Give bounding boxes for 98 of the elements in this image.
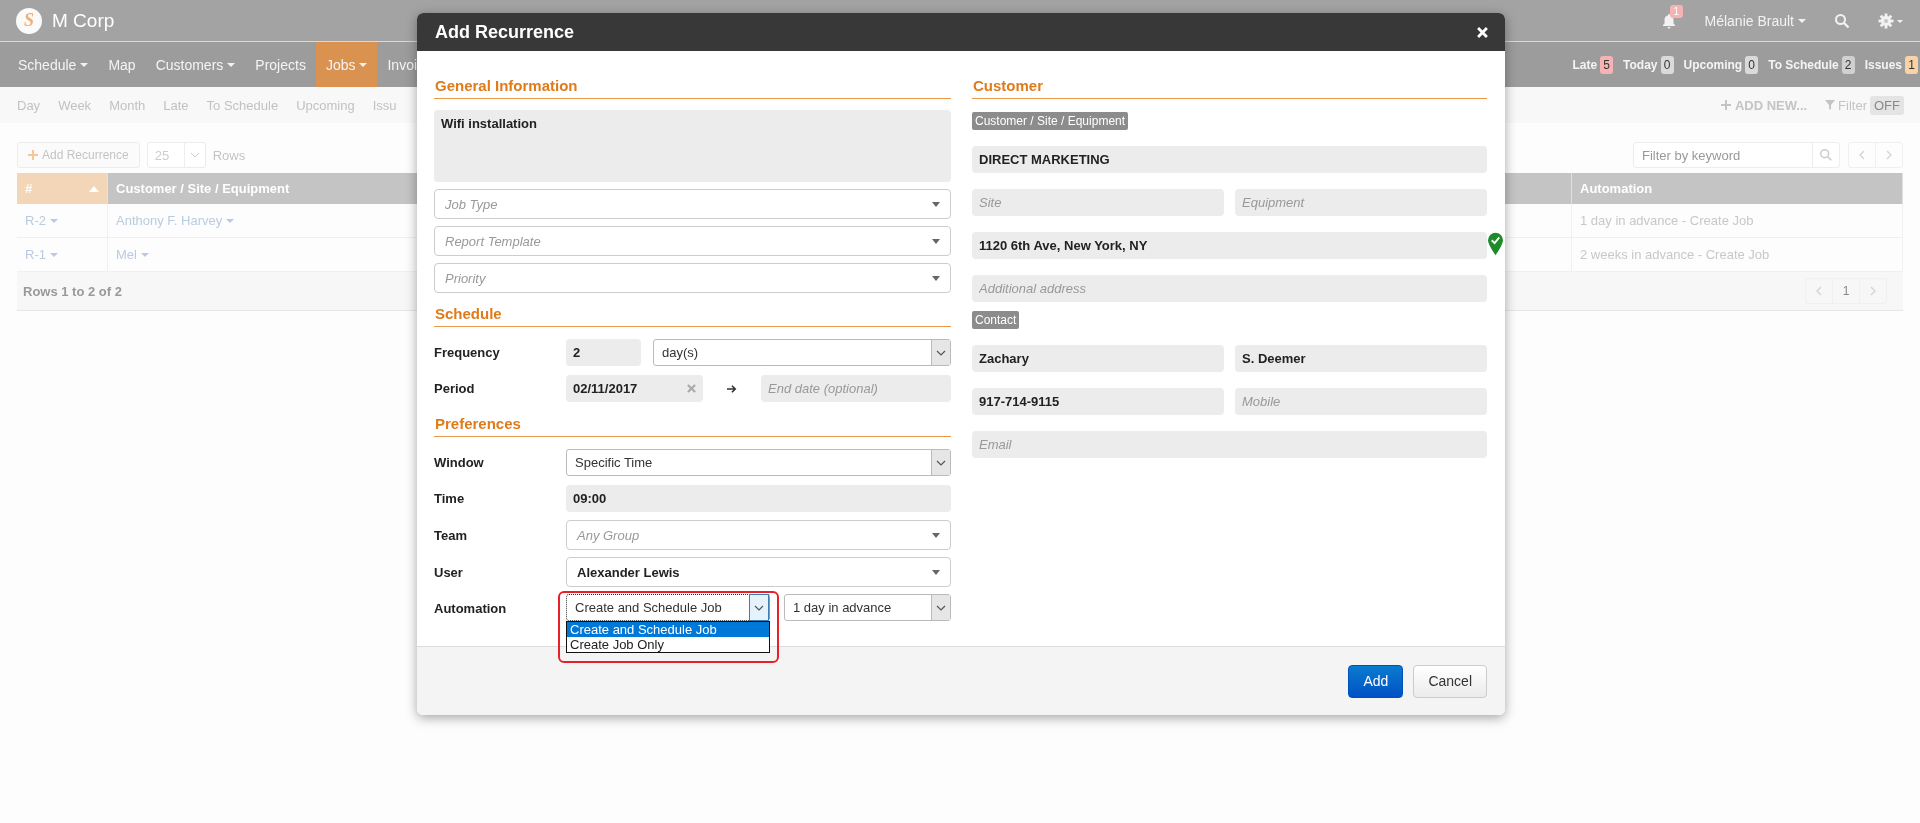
caret-icon bbox=[226, 218, 235, 223]
search-button[interactable] bbox=[1813, 142, 1840, 168]
address-field[interactable]: 1120 6th Ave, New York, NY bbox=[972, 232, 1487, 259]
close-icon[interactable] bbox=[1477, 26, 1488, 38]
caret-icon bbox=[49, 218, 58, 223]
funnel-icon bbox=[1825, 100, 1836, 110]
phone-field[interactable]: 917-714-9115 bbox=[972, 388, 1224, 415]
select-field[interactable]: Any Group bbox=[566, 520, 951, 550]
section-heading: Preferences bbox=[434, 413, 951, 437]
settings-icon[interactable] bbox=[1878, 12, 1904, 29]
customer-link[interactable]: Mel bbox=[116, 247, 149, 262]
add-button[interactable]: Add bbox=[1348, 664, 1404, 698]
section-heading: General Information bbox=[434, 75, 951, 99]
counter-label[interactable]: Today bbox=[1623, 57, 1658, 72]
select-field[interactable]: Report Template bbox=[434, 226, 951, 256]
field-label: User bbox=[434, 564, 464, 580]
clear-icon[interactable] bbox=[687, 384, 697, 393]
window-select[interactable]: Specific Time bbox=[566, 449, 951, 476]
select-field[interactable]: Alexander Lewis bbox=[566, 557, 951, 587]
caret-icon bbox=[932, 532, 940, 538]
counter-label[interactable]: Issues bbox=[1864, 57, 1902, 72]
search-icon bbox=[1819, 148, 1833, 162]
field-label: Team bbox=[434, 527, 468, 543]
filter-toggle[interactable]: OFF bbox=[1870, 95, 1904, 115]
chevron-left-icon bbox=[1859, 150, 1865, 160]
dropdown-option[interactable]: Create Job Only bbox=[567, 637, 769, 652]
mobile-field[interactable]: Mobile bbox=[1235, 388, 1487, 415]
counter-label[interactable]: Upcoming bbox=[1683, 57, 1743, 72]
frequency-field[interactable]: 2 bbox=[566, 339, 641, 366]
plus-icon bbox=[28, 150, 38, 160]
column-header[interactable]: # bbox=[17, 173, 108, 204]
notification-badge: 1 bbox=[1669, 4, 1684, 18]
start-date-field[interactable]: 02/11/2017 bbox=[566, 375, 704, 402]
first-name-field[interactable]: Zachary bbox=[972, 345, 1224, 372]
section-heading: Schedule bbox=[434, 303, 951, 327]
additional-address-field[interactable]: Additional address bbox=[972, 275, 1487, 302]
nav-item[interactable]: Map bbox=[98, 42, 146, 87]
field-label: Window bbox=[434, 455, 485, 470]
section-heading: Customer bbox=[972, 75, 1487, 99]
chevron-left-icon bbox=[1816, 286, 1822, 296]
caret-icon bbox=[1798, 18, 1806, 23]
count-badge: 0 bbox=[1660, 55, 1674, 74]
nav-item[interactable]: Schedule bbox=[8, 42, 99, 87]
search-icon[interactable] bbox=[1834, 12, 1850, 29]
customer-link[interactable]: Anthony F. Harvey bbox=[116, 213, 235, 228]
caret-icon bbox=[49, 252, 58, 257]
customer-field[interactable]: DIRECT MARKETING bbox=[972, 146, 1487, 173]
select-field[interactable]: Job Type bbox=[434, 189, 951, 219]
unit-select[interactable]: day(s) bbox=[653, 339, 951, 366]
section-tag: Customer / Site / Equipment bbox=[972, 112, 1129, 130]
time-field[interactable]: 09:00 bbox=[566, 485, 951, 512]
advance-select[interactable]: 1 day in advance bbox=[784, 594, 951, 621]
counter-label[interactable]: To Schedule bbox=[1768, 57, 1839, 72]
plus-icon bbox=[1720, 100, 1731, 110]
dropdown-option[interactable]: Create and Schedule Job bbox=[567, 622, 769, 637]
email-field[interactable]: Email bbox=[972, 431, 1487, 458]
counter-label[interactable]: Late bbox=[1572, 57, 1598, 72]
logo: S bbox=[16, 7, 42, 34]
count-badge: 1 bbox=[1905, 55, 1918, 74]
field-label: Frequency bbox=[434, 345, 501, 360]
section-tag: Contact bbox=[972, 311, 1020, 329]
field-label: Period bbox=[434, 381, 476, 396]
end-date-field[interactable]: End date (optional) bbox=[761, 375, 951, 402]
equipment-field[interactable]: Equipment bbox=[1235, 189, 1487, 216]
user-menu[interactable]: Mélanie Brault bbox=[1704, 12, 1806, 29]
count-badge: 2 bbox=[1841, 55, 1855, 74]
select-field[interactable]: Priority bbox=[434, 263, 951, 293]
arrow-right-icon bbox=[727, 383, 737, 394]
rows-summary: Rows 1 to 2 of 2 bbox=[23, 283, 122, 299]
chevron-icon bbox=[754, 604, 764, 611]
caret-icon bbox=[140, 252, 149, 257]
chevron-right-icon bbox=[1870, 286, 1876, 296]
last-name-field[interactable]: S. Deemer bbox=[1235, 345, 1487, 372]
chevron-icon bbox=[189, 152, 200, 158]
cancel-button[interactable]: Cancel bbox=[1413, 664, 1487, 698]
site-field[interactable]: Site bbox=[972, 189, 1224, 216]
recurrence-link[interactable]: R-1 bbox=[25, 247, 58, 262]
chevron-right-icon bbox=[1886, 150, 1892, 160]
chevron-icon bbox=[936, 604, 946, 611]
rows-label: Rows bbox=[212, 147, 246, 163]
description-field[interactable]: Wifi installation bbox=[434, 110, 951, 182]
field-label: Automation bbox=[434, 600, 508, 618]
count-badge: 5 bbox=[1600, 55, 1614, 74]
automation-select[interactable]: Create and Schedule Job bbox=[566, 594, 770, 621]
dialog-title: Add Recurrence bbox=[435, 21, 575, 43]
caret-icon bbox=[932, 569, 940, 575]
chevron-icon bbox=[936, 349, 946, 356]
field-label: Time bbox=[434, 491, 466, 506]
count-badge: 0 bbox=[1745, 55, 1759, 74]
caret-icon bbox=[932, 275, 940, 281]
recurrence-link[interactable]: R-2 bbox=[25, 213, 58, 228]
nav-item[interactable]: Projects bbox=[245, 42, 316, 87]
chevron-icon bbox=[936, 459, 946, 466]
app-name: M Corp bbox=[52, 9, 115, 32]
nav-item[interactable]: Customers bbox=[145, 42, 246, 87]
nav-item[interactable]: Jobs bbox=[315, 42, 378, 87]
keyword-search-field[interactable]: Filter by keyword bbox=[1633, 142, 1813, 168]
caret-icon bbox=[932, 201, 940, 207]
